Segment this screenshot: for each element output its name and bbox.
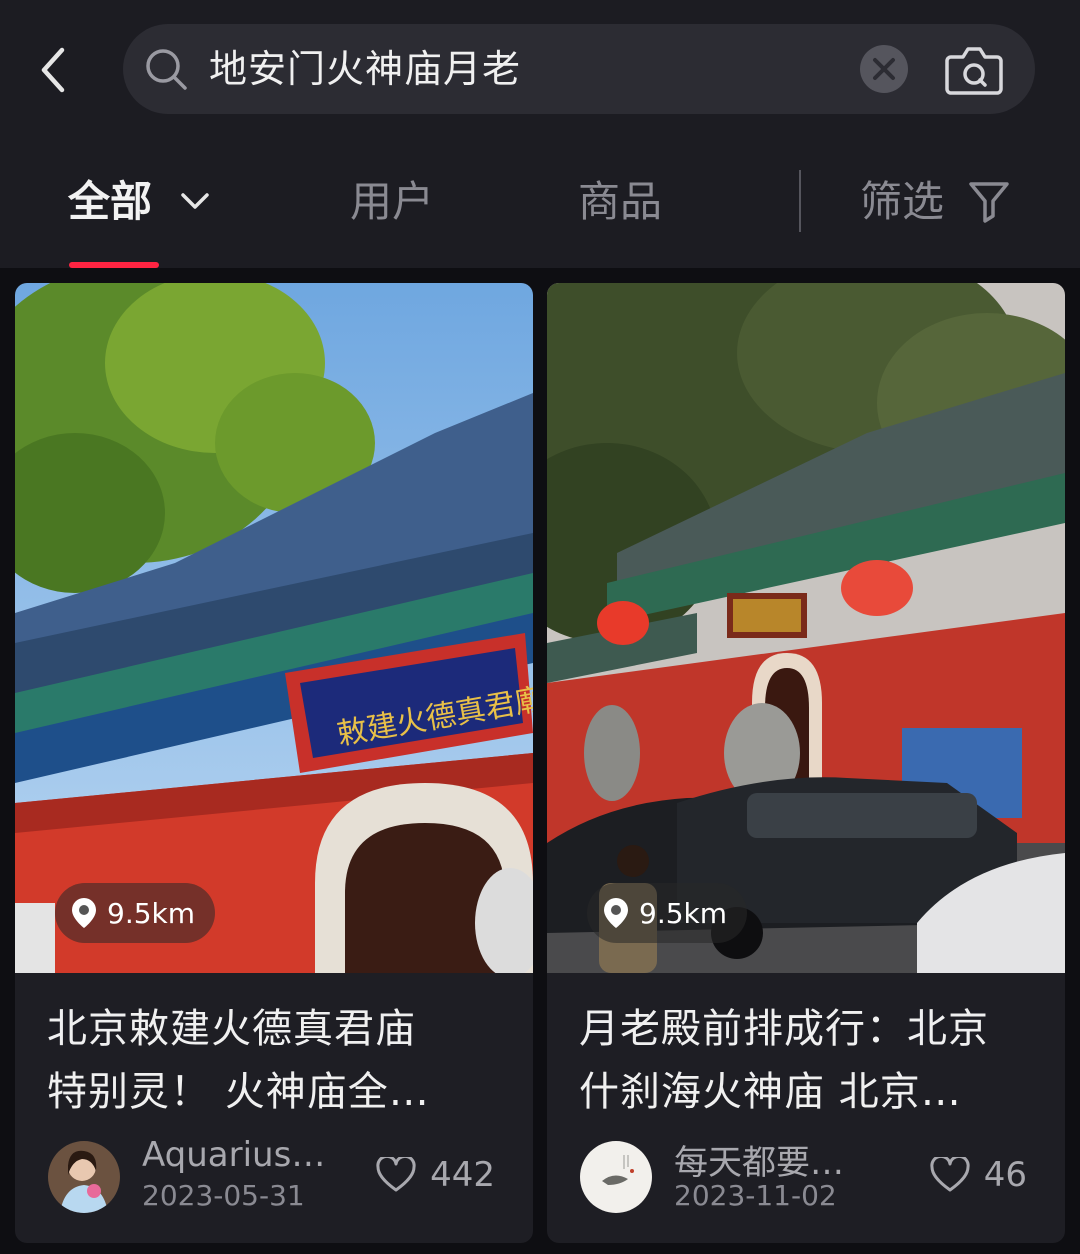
avatar[interactable]: [48, 1141, 120, 1213]
card-title-line: 北京敕建火德真君庙: [47, 1006, 416, 1052]
like-count: 46: [983, 1155, 1027, 1195]
search-icon: [146, 49, 187, 90]
avatar[interactable]: [580, 1141, 652, 1213]
card-title[interactable]: 月老殿前排成行：北京 什刹海火神庙 北京…: [579, 998, 1039, 1124]
distance-badge: 9.5km: [55, 883, 216, 943]
like-button[interactable]: 46: [930, 1153, 1027, 1197]
back-arrow-icon: [41, 47, 65, 93]
card-title-line: 特别灵！ 火神庙全…: [47, 1069, 430, 1115]
tab-filter[interactable]: 筛选: [860, 162, 944, 242]
clear-icon: [873, 58, 895, 80]
search-box[interactable]: 地安门火神庙月老: [123, 24, 1035, 114]
note-card[interactable]: 敕建火德真君廟 9.5km 北京敕建火德真君庙 特别灵！ 火神庙全… Aquar…: [15, 283, 533, 1243]
location-pin-icon: [604, 898, 628, 928]
heart-icon: [376, 1157, 416, 1192]
card-title[interactable]: 北京敕建火德真君庙 特别灵！ 火神庙全…: [47, 998, 507, 1124]
card-cover-image[interactable]: 敕建火德真君廟 9.5km: [15, 283, 533, 973]
location-pin-icon: [72, 898, 96, 928]
note-card[interactable]: 9.5km 月老殿前排成行：北京 什刹海火神庙 北京… 每天都要小… 2023-…: [547, 283, 1065, 1243]
card-cover-image[interactable]: 9.5km: [547, 283, 1065, 973]
tab-user[interactable]: 用户: [350, 162, 434, 242]
distance-text: 9.5km: [107, 896, 196, 930]
clear-button[interactable]: [860, 45, 908, 93]
camera-icon[interactable]: [945, 43, 1003, 97]
card-title-line: 月老殿前排成行：北京: [579, 1006, 989, 1052]
like-button[interactable]: 442: [376, 1153, 495, 1197]
top-bar: 地安门火神庙月老 全部 用户 商品 筛选: [0, 0, 1080, 268]
back-button[interactable]: [28, 40, 78, 100]
author-name[interactable]: Aquarius_w: [142, 1135, 332, 1175]
active-tab-indicator: [69, 262, 159, 268]
search-input[interactable]: 地安门火神庙月老: [209, 24, 849, 114]
like-count: 442: [430, 1155, 495, 1195]
distance-text: 9.5km: [639, 896, 728, 930]
chevron-down-icon[interactable]: [178, 184, 212, 218]
heart-icon: [930, 1157, 970, 1192]
tab-all[interactable]: 全部: [68, 162, 152, 242]
distance-badge: 9.5km: [587, 883, 748, 943]
card-title-line: 什刹海火神庙 北京…: [579, 1069, 962, 1115]
tab-goods[interactable]: 商品: [578, 162, 662, 242]
filter-funnel-icon[interactable]: [968, 180, 1010, 224]
post-date: 2023-05-31: [142, 1179, 305, 1212]
tab-divider: [799, 170, 801, 232]
author-name[interactable]: 每天都要小…: [674, 1135, 864, 1184]
post-date: 2023-11-02: [674, 1179, 837, 1212]
